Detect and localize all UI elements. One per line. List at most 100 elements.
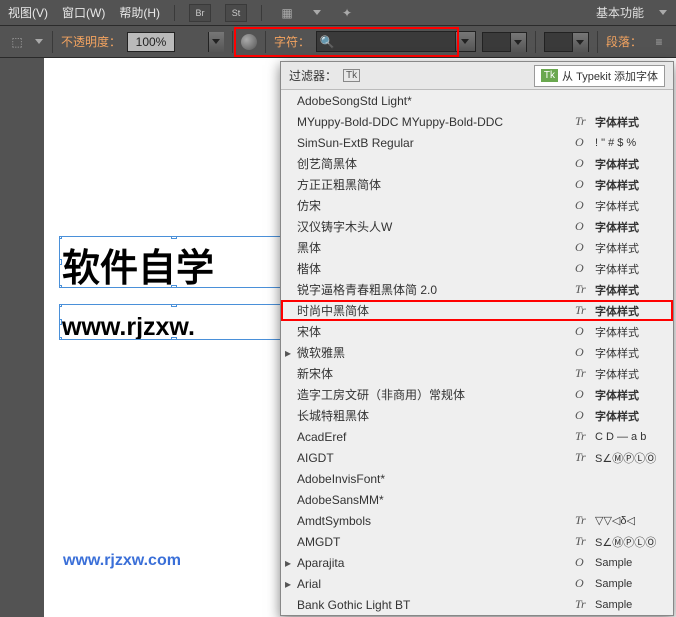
font-type-icon: O — [575, 135, 591, 150]
font-name: AMGDT — [297, 535, 575, 549]
font-item[interactable]: 宋体O字体样式 — [281, 321, 673, 342]
font-name: Aparajita — [297, 556, 575, 570]
chain-dropdown[interactable] — [34, 37, 44, 47]
filter-label: 过滤器： — [289, 67, 337, 84]
align-left-icon[interactable]: ≡ — [648, 33, 670, 51]
search-icon: 🔍 — [317, 35, 337, 49]
bridge-icon[interactable]: Br — [189, 4, 211, 22]
font-item[interactable]: 长城特粗黑体O字体样式 — [281, 405, 673, 426]
font-sample: S∠ⓂⓅⓁⓄ — [591, 450, 669, 466]
font-item[interactable]: 方正正粗黑简体O字体样式 — [281, 174, 673, 195]
text-object-2[interactable]: www.rjzxw. — [59, 304, 289, 340]
recolor-icon[interactable] — [241, 34, 257, 50]
font-sample: 字体样式 — [591, 240, 669, 256]
font-name: 造字工房文研（非商用）常规体 — [297, 386, 575, 403]
font-name: Arial — [297, 577, 575, 591]
font-name: 宋体 — [297, 323, 575, 340]
font-sample: 字体样式 — [591, 345, 669, 361]
font-item[interactable]: ▸ ArialOSample — [281, 573, 673, 594]
font-sample: 字体样式 — [591, 219, 669, 235]
font-dropdown-arrow[interactable] — [455, 32, 475, 51]
text-object-1[interactable]: 软件自学 — [59, 236, 289, 288]
text-content: 软件自学 — [62, 248, 214, 288]
font-sample: ▽▽◁δ◁ — [591, 514, 669, 527]
font-type-icon: O — [575, 198, 591, 213]
font-sample: 字体样式 — [591, 282, 669, 298]
font-sample: Sample — [591, 578, 669, 590]
font-item[interactable]: AIGDTTrS∠ⓂⓅⓁⓄ — [281, 447, 673, 468]
font-name: 方正正粗黑简体 — [297, 176, 575, 193]
add-typekit-button[interactable]: Tk 从 Typekit 添加字体 — [534, 65, 665, 87]
font-list[interactable]: AdobeSongStd Light*MYuppy-Bold-DDC MYupp… — [281, 90, 673, 614]
font-size-combo[interactable] — [544, 32, 589, 52]
font-type-icon: O — [575, 576, 591, 591]
font-item[interactable]: 黑体O字体样式 — [281, 237, 673, 258]
arrange-icon[interactable]: ▦ — [276, 4, 298, 22]
font-name: AdobeInvisFont* — [297, 472, 575, 486]
font-type-icon: O — [575, 345, 591, 360]
opacity-input[interactable]: 100% — [127, 32, 175, 52]
font-item[interactable]: ▸AparajitaOSample — [281, 552, 673, 573]
font-family-combo[interactable]: 🔍 — [316, 31, 476, 52]
separator — [535, 31, 536, 53]
font-item[interactable]: 创艺简黑体O字体样式 — [281, 153, 673, 174]
font-name: 创艺简黑体 — [297, 155, 575, 172]
font-name: MYuppy-Bold-DDC MYuppy-Bold-DDC — [297, 115, 575, 129]
separator — [232, 31, 233, 53]
font-item[interactable]: 新宋体Tr字体样式 — [281, 363, 673, 384]
font-sample: S∠ⓂⓅⓁⓄ — [591, 534, 669, 550]
font-item[interactable]: ▸微软雅黑O字体样式 — [281, 342, 673, 363]
menu-help[interactable]: 帮助(H) — [119, 4, 160, 21]
font-item[interactable]: AdobeSongStd Light* — [281, 90, 673, 111]
font-type-icon: Tr — [575, 114, 591, 129]
opacity-stepper[interactable] — [208, 32, 224, 52]
font-item[interactable]: 时尚中黑简体Tr字体样式 — [281, 300, 673, 321]
font-name: AmdtSymbols — [297, 514, 575, 528]
font-item[interactable]: MYuppy-Bold-DDC MYuppy-Bold-DDCTr字体样式 — [281, 111, 673, 132]
font-type-icon: O — [575, 324, 591, 339]
font-type-icon: O — [575, 177, 591, 192]
font-type-icon: Tr — [575, 429, 591, 444]
stock-icon[interactable]: St — [225, 4, 247, 22]
expand-arrow-icon: ▸ — [285, 346, 291, 360]
font-type-icon: Tr — [575, 513, 591, 528]
font-type-icon: O — [575, 219, 591, 234]
font-item[interactable]: SimSun-ExtB RegularO! " # $ % — [281, 132, 673, 153]
font-name: AIGDT — [297, 451, 575, 465]
opacity-label: 不透明度： — [61, 33, 121, 50]
font-item[interactable]: AmdtSymbolsTr▽▽◁δ◁ — [281, 510, 673, 531]
menu-view[interactable]: 视图(V) — [8, 4, 48, 21]
expand-arrow-icon: ▸ — [285, 577, 291, 591]
font-name: 新宋体 — [297, 365, 575, 382]
typekit-icon: Tk — [541, 69, 558, 82]
font-item[interactable]: 造字工房文研（非商用）常规体O字体样式 — [281, 384, 673, 405]
font-item[interactable]: 汉仪铸字木头人WO字体样式 — [281, 216, 673, 237]
gpu-icon[interactable]: ✦ — [336, 4, 358, 22]
font-item[interactable]: AMGDTTrS∠ⓂⓅⓁⓄ — [281, 531, 673, 552]
font-sample: ! " # $ % — [591, 137, 669, 149]
font-item[interactable]: Bank Gothic Light BTTrSample — [281, 594, 673, 614]
font-sample: 字体样式 — [591, 198, 669, 214]
font-type-icon: O — [575, 156, 591, 171]
font-item[interactable]: AdobeInvisFont* — [281, 468, 673, 489]
font-style-combo[interactable] — [482, 32, 527, 52]
arrange-dropdown[interactable] — [312, 8, 322, 18]
watermark: www.rjzxw.com — [63, 552, 181, 570]
chain-icon[interactable]: ⬚ — [6, 33, 28, 51]
font-sample: 字体样式 — [591, 366, 669, 382]
font-sample: 字体样式 — [591, 387, 669, 403]
font-type-icon: O — [575, 408, 591, 423]
font-item[interactable]: AcadErefTrC D — a b — [281, 426, 673, 447]
typekit-label: 从 Typekit 添加字体 — [562, 68, 658, 84]
font-item[interactable]: AdobeSansMM* — [281, 489, 673, 510]
workspace-dropdown[interactable] — [658, 8, 668, 18]
font-type-icon: Tr — [575, 450, 591, 465]
font-item[interactable]: 仿宋O字体样式 — [281, 195, 673, 216]
font-item[interactable]: 锐字逼格青春粗黑体简 2.0Tr字体样式 — [281, 279, 673, 300]
workspace-label[interactable]: 基本功能 — [596, 4, 644, 21]
font-item[interactable]: 楷体O字体样式 — [281, 258, 673, 279]
menu-window[interactable]: 窗口(W) — [62, 4, 105, 21]
font-name: 汉仪铸字木头人W — [297, 218, 575, 235]
filter-typekit-toggle[interactable]: Tk — [343, 69, 360, 82]
panel-edge — [0, 58, 44, 617]
